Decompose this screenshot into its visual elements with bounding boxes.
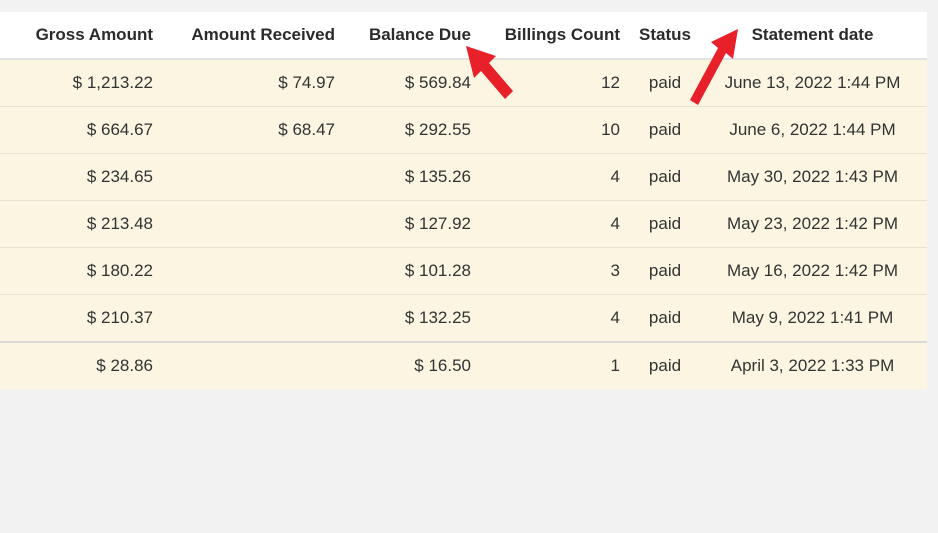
header-balance-due[interactable]: Balance Due <box>345 12 481 60</box>
cell-balance-due: $ 132.25 <box>345 294 481 343</box>
cell-billings-count: 4 <box>481 294 630 343</box>
header-status[interactable]: Status <box>630 12 708 60</box>
table-row[interactable]: $ 213.48 $ 127.92 4 paid May 23, 2022 1:… <box>0 200 927 248</box>
cell-billings-count: 3 <box>481 247 630 295</box>
cell-status: paid <box>630 341 708 389</box>
cell-balance-due: $ 569.84 <box>345 59 481 107</box>
cell-amount-received: $ 68.47 <box>163 106 345 154</box>
cell-amount-received: $ 74.97 <box>163 59 345 107</box>
cell-balance-due: $ 127.92 <box>345 200 481 248</box>
table-row[interactable]: $ 180.22 $ 101.28 3 paid May 16, 2022 1:… <box>0 247 927 295</box>
cell-statement-date: June 6, 2022 1:44 PM <box>708 106 927 154</box>
cell-balance-due: $ 135.26 <box>345 153 481 201</box>
cell-status: paid <box>630 59 708 107</box>
cell-billings-count: 10 <box>481 106 630 154</box>
cell-gross-amount: $ 1,213.22 <box>0 59 163 107</box>
cell-amount-received <box>163 294 345 343</box>
cell-status: paid <box>630 153 708 201</box>
cell-amount-received <box>163 247 345 295</box>
cell-gross-amount: $ 664.67 <box>0 106 163 154</box>
cell-balance-due: $ 292.55 <box>345 106 481 154</box>
cell-statement-date: May 30, 2022 1:43 PM <box>708 153 927 201</box>
cell-billings-count: 4 <box>481 200 630 248</box>
cell-statement-date: June 13, 2022 1:44 PM <box>708 59 927 107</box>
cell-amount-received <box>163 200 345 248</box>
cell-amount-received <box>163 341 345 389</box>
table-row[interactable]: $ 28.86 $ 16.50 1 paid April 3, 2022 1:3… <box>0 341 927 389</box>
cell-statement-date: May 23, 2022 1:42 PM <box>708 200 927 248</box>
table-row[interactable]: $ 234.65 $ 135.26 4 paid May 30, 2022 1:… <box>0 153 927 201</box>
header-gross-amount[interactable]: Gross Amount <box>0 12 163 60</box>
cell-status: paid <box>630 106 708 154</box>
cell-gross-amount: $ 213.48 <box>0 200 163 248</box>
cell-status: paid <box>630 247 708 295</box>
header-statement-date[interactable]: Statement date <box>708 12 927 60</box>
cell-statement-date: May 9, 2022 1:41 PM <box>708 294 927 343</box>
header-amount-received[interactable]: Amount Received <box>163 12 345 60</box>
cell-gross-amount: $ 28.86 <box>0 341 163 389</box>
table-row[interactable]: $ 1,213.22 $ 74.97 $ 569.84 12 paid June… <box>0 59 927 107</box>
cell-billings-count: 1 <box>481 341 630 389</box>
cell-status: paid <box>630 200 708 248</box>
cell-gross-amount: $ 210.37 <box>0 294 163 343</box>
cell-balance-due: $ 16.50 <box>345 341 481 389</box>
statements-table: Gross Amount Amount Received Balance Due… <box>0 12 927 389</box>
table-header-row: Gross Amount Amount Received Balance Due… <box>0 12 927 60</box>
cell-status: paid <box>630 294 708 343</box>
cell-statement-date: April 3, 2022 1:33 PM <box>708 341 927 389</box>
cell-gross-amount: $ 180.22 <box>0 247 163 295</box>
cell-amount-received <box>163 153 345 201</box>
cell-statement-date: May 16, 2022 1:42 PM <box>708 247 927 295</box>
header-billings-count[interactable]: Billings Count <box>481 12 630 60</box>
table-row[interactable]: $ 210.37 $ 132.25 4 paid May 9, 2022 1:4… <box>0 294 927 343</box>
cell-billings-count: 4 <box>481 153 630 201</box>
cell-billings-count: 12 <box>481 59 630 107</box>
statements-table-container: Gross Amount Amount Received Balance Due… <box>0 12 927 389</box>
table-row[interactable]: $ 664.67 $ 68.47 $ 292.55 10 paid June 6… <box>0 106 927 154</box>
cell-gross-amount: $ 234.65 <box>0 153 163 201</box>
cell-balance-due: $ 101.28 <box>345 247 481 295</box>
